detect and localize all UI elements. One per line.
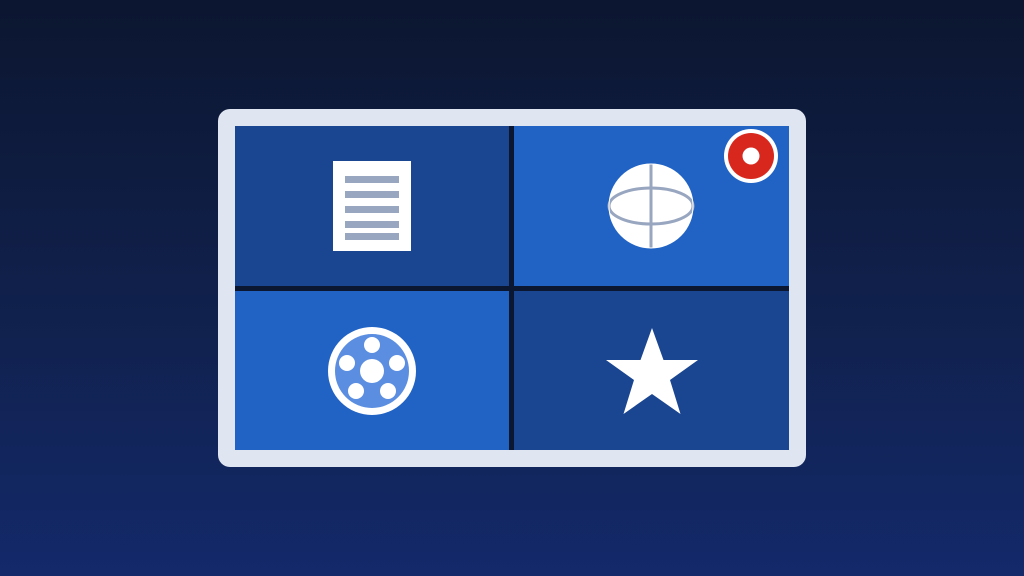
globe-icon (607, 163, 694, 249)
record-badge-icon[interactable] (723, 128, 779, 184)
tile-media[interactable] (235, 291, 509, 450)
tile-globe[interactable] (514, 126, 789, 286)
document-icon (333, 161, 411, 251)
star-icon (605, 327, 698, 414)
tile-documents[interactable] (235, 126, 509, 286)
tile-favorites[interactable] (514, 291, 789, 450)
tablet-frame (218, 109, 806, 467)
tile-grid (235, 126, 789, 450)
film-reel-icon (328, 326, 416, 415)
